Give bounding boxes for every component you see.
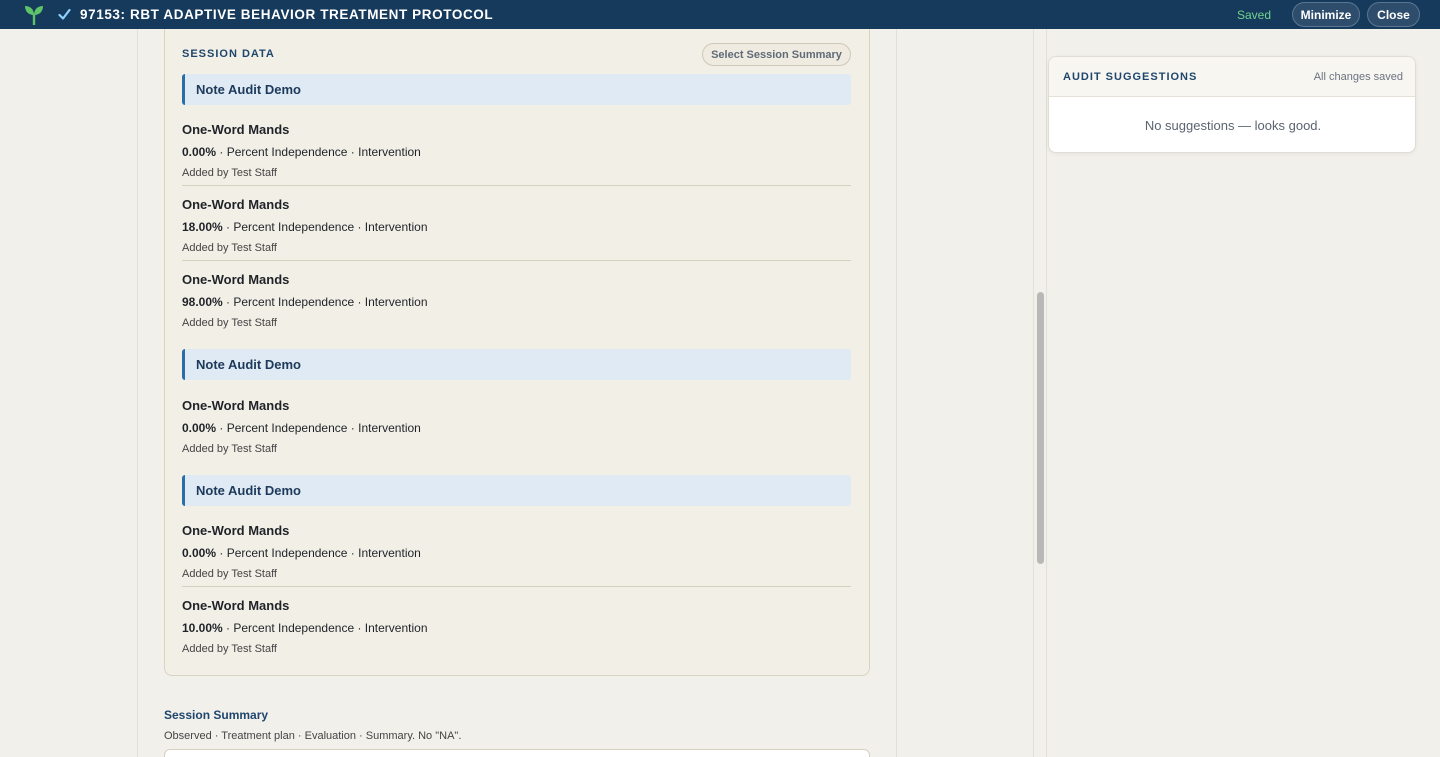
entry-value: 10.00% (182, 621, 223, 635)
entry-added-by: Added by Test Staff (182, 317, 277, 329)
group-header-label: Note Audit Demo (196, 483, 301, 498)
title-bar: 97153: RBT ADAPTIVE BEHAVIOR TREATMENT P… (0, 0, 1440, 29)
audit-save-status: All changes saved (1313, 71, 1403, 83)
entry-detail: · Percent Independence · Intervention (216, 546, 421, 560)
session-entry: One-Word Mands 0.00% · Percent Independe… (182, 122, 851, 179)
entry-title: One-Word Mands (182, 598, 290, 613)
entry-value: 18.00% (182, 220, 223, 234)
entry-divider (182, 185, 851, 186)
close-button[interactable]: Close (1367, 2, 1420, 27)
entry-metrics: 98.00% · Percent Independence · Interven… (182, 295, 851, 309)
entry-metrics: 0.00% · Percent Independence · Intervent… (182, 421, 851, 435)
session-summary-label: Session Summary (164, 708, 269, 722)
entry-detail: · Percent Independence · Intervention (216, 421, 421, 435)
session-entry: One-Word Mands 18.00% · Percent Independ… (182, 197, 851, 254)
session-summary-textarea[interactable] (164, 749, 870, 757)
entry-metrics: 10.00% · Percent Independence · Interven… (182, 621, 851, 635)
entry-added-by: Added by Test Staff (182, 643, 277, 655)
sprout-logo-icon (25, 6, 43, 25)
entry-title: One-Word Mands (182, 272, 290, 287)
select-session-summary-button[interactable]: Select Session Summary (702, 43, 851, 66)
scrollbar-thumb[interactable] (1037, 292, 1044, 564)
entry-divider (182, 260, 851, 261)
entry-added-by: Added by Test Staff (182, 167, 277, 179)
entry-title: One-Word Mands (182, 523, 290, 538)
entry-value: 0.00% (182, 546, 217, 560)
check-icon (58, 8, 71, 20)
entry-metrics: 18.00% · Percent Independence · Interven… (182, 220, 851, 234)
entry-metrics: 0.00% · Percent Independence · Intervent… (182, 546, 851, 560)
group-header: Note Audit Demo (182, 475, 851, 506)
session-entry: One-Word Mands 98.00% · Percent Independ… (182, 272, 851, 329)
entry-divider (182, 586, 851, 587)
entry-title: One-Word Mands (182, 197, 290, 212)
session-entry: One-Word Mands 0.00% · Percent Independe… (182, 398, 851, 455)
entry-metrics: 0.00% · Percent Independence · Intervent… (182, 145, 851, 159)
entry-added-by: Added by Test Staff (182, 242, 277, 254)
entry-title: One-Word Mands (182, 122, 290, 137)
minimize-button[interactable]: Minimize (1292, 2, 1360, 27)
saved-status: Saved (1237, 8, 1272, 22)
audit-suggestions-header: AUDIT SUGGESTIONS All changes saved (1049, 57, 1415, 97)
entry-added-by: Added by Test Staff (182, 443, 277, 455)
entry-detail: · Percent Independence · Intervention (216, 145, 421, 159)
group-header: Note Audit Demo (182, 349, 851, 380)
entry-title: One-Word Mands (182, 398, 290, 413)
entry-detail: · Percent Independence · Intervention (222, 295, 428, 309)
entry-detail: · Percent Independence · Intervention (222, 220, 428, 234)
group-header: Note Audit Demo (182, 74, 851, 105)
group-header-label: Note Audit Demo (196, 82, 301, 97)
entry-added-by: Added by Test Staff (182, 568, 277, 580)
group-header-label: Note Audit Demo (196, 357, 301, 372)
session-summary-hint: Observed · Treatment plan · Evaluation ·… (164, 730, 462, 742)
audit-empty-message: No suggestions — looks good. (1144, 118, 1322, 133)
session-entry: One-Word Mands 10.00% · Percent Independ… (182, 598, 851, 655)
entry-value: 98.00% (182, 295, 223, 309)
session-entry: One-Word Mands 0.00% · Percent Independe… (182, 523, 851, 580)
entry-detail: · Percent Independence · Intervention (222, 621, 428, 635)
entry-value: 0.00% (182, 421, 217, 435)
entry-value: 0.00% (182, 145, 217, 159)
window-title: 97153: RBT ADAPTIVE BEHAVIOR TREATMENT P… (80, 7, 494, 22)
audit-suggestions-panel: AUDIT SUGGESTIONS All changes saved No s… (1048, 56, 1416, 153)
session-data-label: SESSION DATA (182, 48, 275, 60)
audit-suggestions-title: AUDIT SUGGESTIONS (1063, 71, 1198, 83)
